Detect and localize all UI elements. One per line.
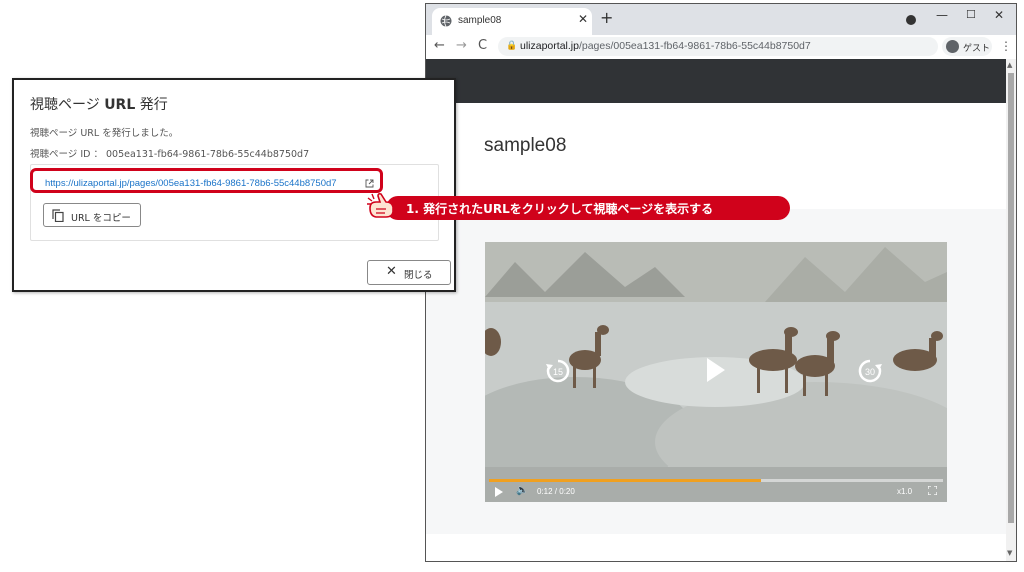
scroll-up-icon[interactable]: ▲ [1007,61,1012,69]
forward-label: 30 [865,367,875,377]
playback-speed[interactable]: x1.0 [897,487,912,496]
time-display: 0:12 / 0:20 [537,487,575,496]
page-scrollbar[interactable]: ▲ ▼ [1006,59,1016,561]
tab-sample08[interactable]: sample08 ✕ [432,8,592,35]
tab-title: sample08 [458,15,502,26]
scroll-thumb[interactable] [1008,73,1014,523]
volume-icon[interactable]: 🔈 [516,485,528,496]
page-id-line: 視聴ページ ID ： 005ea131-fb64-9861-78b6-55c44… [30,149,310,160]
rewind-label: 15 [553,367,563,377]
browser-window: sample08 ✕ + — ☐ ✕ ← → C 🔒 ulizaportal.j… [425,3,1017,562]
lock-icon: 🔒 [506,41,518,51]
play-icon[interactable] [707,358,725,382]
dialog-title-bold: URL [104,97,136,113]
browser-menu-icon[interactable]: ⋮ [1000,39,1012,53]
tab-close-icon[interactable]: ✕ [578,12,588,26]
profile-indicator-icon[interactable] [906,15,916,25]
dialog-title-prefix: 視聴ページ [30,97,100,113]
scroll-down-icon[interactable]: ▼ [1007,549,1012,557]
close-icon: ✕ [386,264,397,279]
close-label: 閉じる [404,270,433,281]
guest-profile-button[interactable]: ゲスト [942,37,992,56]
guest-label: ゲスト [963,44,991,54]
page-title: sample08 [484,135,567,156]
page-header-bar [426,59,1006,103]
tab-bar: sample08 ✕ + — ☐ ✕ [426,4,1016,35]
back-button[interactable]: ← [434,38,445,53]
avatar-icon [946,40,959,53]
url-text: ulizaportal.jp/pages/005ea131-fb64-9861-… [520,40,811,52]
callout-text: 1. 発行されたURLをクリックして視聴ページを表示する [406,202,714,216]
copy-url-button[interactable]: URL をコピー [43,203,141,227]
dialog-message: 視聴ページ URL を発行しました。 [30,128,179,139]
pointing-hand-icon [367,192,394,218]
fullscreen-icon[interactable] [928,486,937,495]
window-close-button[interactable]: ✕ [994,8,1004,22]
forward-button[interactable]: → [456,38,467,53]
progress-fill [489,479,762,482]
address-bar[interactable]: 🔒 ulizaportal.jp/pages/005ea131-fb64-986… [498,37,938,56]
url-highlight-box [30,168,383,193]
forward-30-icon[interactable]: 30 [857,358,883,384]
dialog-title: 視聴ページ URL 発行 [30,94,168,114]
globe-icon [440,15,452,27]
url-path: /pages/005ea131-fb64-9861-78b6-55c44b875… [578,40,811,52]
copy-url-label: URL をコピー [71,213,131,224]
web-page: sample08 15 30 🔈 0:12 / 0:20 x1.0 [426,59,1006,561]
copy-icon [52,209,64,222]
maximize-button[interactable]: ☐ [966,8,976,21]
instruction-callout: 1. 発行されたURLをクリックして視聴ページを表示する [386,196,790,220]
dialog-title-suffix: 発行 [139,97,168,113]
progress-bar[interactable] [489,479,943,482]
url-host: ulizaportal.jp [520,40,579,52]
browser-toolbar: ← → C 🔒 ulizaportal.jp/pages/005ea131-fb… [426,35,1016,59]
rewind-15-icon[interactable]: 15 [545,358,571,384]
play-small-icon[interactable] [495,487,503,497]
video-player[interactable]: 15 30 🔈 0:12 / 0:20 x1.0 [485,242,947,502]
new-tab-button[interactable]: + [600,8,613,27]
close-button[interactable]: ✕ 閉じる [367,260,451,285]
minimize-button[interactable]: — [936,8,948,22]
reload-button[interactable]: C [478,38,487,53]
